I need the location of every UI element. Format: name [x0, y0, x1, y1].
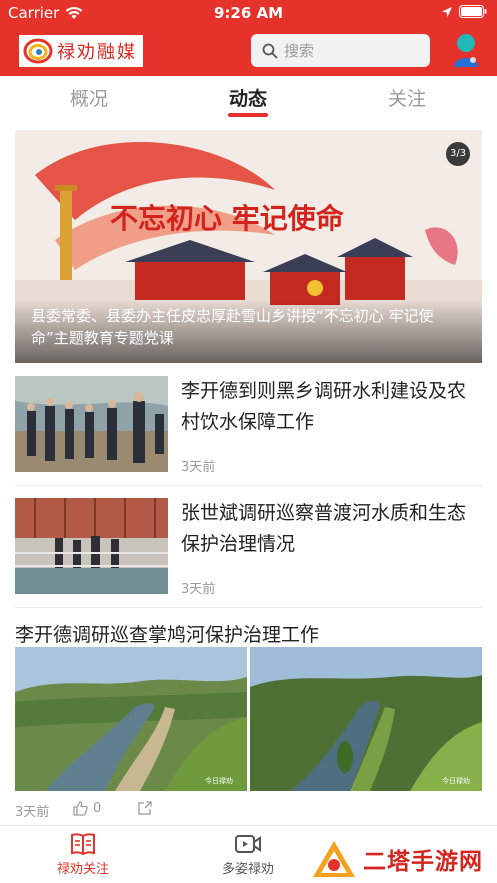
- book-icon: [71, 833, 95, 856]
- photo-watermark: 今日禄劝: [205, 776, 233, 785]
- tab-overview[interactable]: 概况: [39, 84, 139, 111]
- status-time: 9:26 AM: [213, 4, 284, 22]
- search-box[interactable]: [251, 34, 430, 67]
- news-title: 李开德到则黑乡调研水利建设及农村饮水保障工作: [181, 380, 467, 433]
- banner-carousel[interactable]: 不忘初心 牢记使命 3/3 县委常委、县委办主任皮忠厚赴雪山乡讲授“不忘初心 牢…: [15, 130, 482, 363]
- app-logo[interactable]: 禄劝融媒: [19, 35, 143, 67]
- river-photo-image: 今日禄劝: [250, 647, 482, 791]
- banner-slogan: 不忘初心 牢记使命: [110, 202, 345, 235]
- battery-icon: [459, 5, 487, 18]
- tabbar-item-video[interactable]: 多姿禄劝: [198, 832, 298, 877]
- feature-image-1[interactable]: 今日禄劝: [15, 647, 247, 791]
- feature-time: 3天前: [15, 805, 50, 820]
- news-photo-image: [15, 376, 168, 472]
- user-avatar-icon[interactable]: [451, 33, 481, 69]
- status-bar: Carrier 9:26 AM: [0, 0, 497, 26]
- video-camera-icon: [235, 835, 261, 853]
- site-watermark: 二塔手游网: [305, 834, 497, 883]
- logo-text: 禄劝融媒: [57, 42, 137, 63]
- tab-news[interactable]: 动态: [198, 84, 298, 111]
- tabbar-item-follow[interactable]: 禄劝关注: [33, 832, 133, 877]
- news-thumbnail: [15, 376, 168, 472]
- banner-page-counter: 3/3: [446, 142, 470, 166]
- search-icon: [262, 43, 278, 58]
- active-tab-indicator: [228, 113, 268, 117]
- news-thumbnail: [15, 498, 168, 594]
- news-photo-image: [15, 498, 168, 594]
- divider: [15, 485, 482, 486]
- watermark-text: 二塔手游网: [363, 848, 483, 875]
- app-header: Carrier 9:26 AM 禄劝融媒: [0, 0, 497, 76]
- logo-swirl-icon: [23, 38, 53, 64]
- location-arrow-icon: [442, 6, 452, 17]
- photo-watermark: 今日禄劝: [442, 776, 470, 785]
- tabbar-label: 多姿禄劝: [221, 862, 274, 877]
- news-title: 张世斌调研巡察普渡河水质和生态保护治理情况: [181, 502, 467, 555]
- news-time: 3天前: [181, 460, 216, 475]
- like-button[interactable]: 0: [73, 801, 101, 816]
- share-button[interactable]: [137, 801, 152, 816]
- watermark-logo-icon: [313, 840, 355, 877]
- thumbs-up-icon: [73, 801, 88, 816]
- like-count: 0: [93, 801, 102, 816]
- status-right: [441, 5, 487, 18]
- river-photo-image: 今日禄劝: [15, 647, 247, 791]
- share-icon: [138, 801, 152, 815]
- feature-title[interactable]: 李开德调研巡查掌鸠河保护治理工作: [15, 620, 319, 647]
- app-screen: Carrier 9:26 AM 禄劝融媒 搜索 概况 动态 关注 不忘初心 牢记…: [0, 0, 497, 883]
- feature-image-2[interactable]: 今日禄劝: [250, 647, 482, 791]
- banner-caption-overlay: 县委常委、县委办主任皮忠厚赴雪山乡讲授“不忘初心 牢记使命”主题教育专题党课: [15, 299, 482, 363]
- tabbar-label: 禄劝关注: [56, 862, 109, 877]
- banner-caption: 县委常委、县委办主任皮忠厚赴雪山乡讲授“不忘初心 牢记使命”主题教育专题党课: [31, 307, 434, 347]
- tab-follow[interactable]: 关注: [357, 84, 457, 111]
- news-item[interactable]: 李开德到则黑乡调研水利建设及农村饮水保障工作 3天前: [15, 376, 482, 476]
- news-item[interactable]: 张世斌调研巡察普渡河水质和生态保护治理情况 3天前: [15, 498, 482, 598]
- news-time: 3天前: [181, 582, 216, 597]
- divider: [15, 607, 482, 608]
- search-input[interactable]: [284, 41, 414, 60]
